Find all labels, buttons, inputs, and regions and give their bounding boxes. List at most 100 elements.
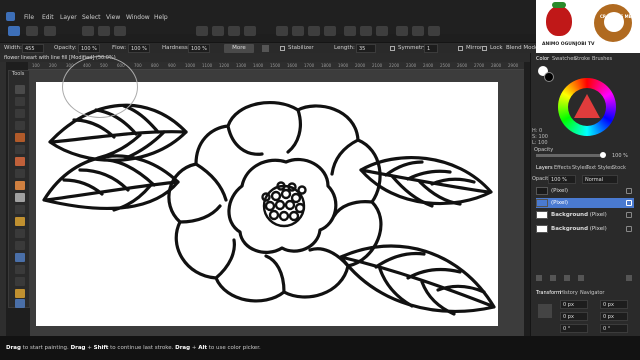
transform-anchor-icon[interactable] [538,304,552,318]
distribute-icon[interactable] [212,26,224,36]
align-center-icon[interactable] [244,26,256,36]
tab-history[interactable]: History [560,290,578,296]
layer-delete-icon[interactable] [626,275,632,281]
quick-mask-icon[interactable] [276,26,288,36]
stabilizer-checkbox[interactable] [280,46,285,51]
color-opacity-value[interactable]: 100 % [612,153,628,159]
group-icon[interactable] [114,26,126,36]
text-tool-icon[interactable] [15,277,25,286]
selection-tool-icon[interactable] [15,97,25,106]
selection-subtract-icon[interactable] [376,26,388,36]
menu-window[interactable]: Window [126,14,150,21]
layer-add-icon[interactable] [536,275,542,281]
menu-layer[interactable]: Layer [60,14,77,21]
menu-help[interactable]: Help [154,14,168,21]
color-opacity-slider[interactable] [536,154,604,157]
layer-opacity-field[interactable]: 100 % [548,175,576,184]
selection-icon[interactable] [292,26,304,36]
document-canvas[interactable] [36,82,498,326]
more-button[interactable]: More [224,44,254,53]
tab-text-styles[interactable]: Text Styles [586,165,613,171]
align-icon[interactable] [228,26,240,36]
tab-styles[interactable]: Styles [572,165,587,171]
tab-stock[interactable]: Stock [612,165,626,171]
secondary-color-swatch[interactable] [544,72,554,82]
transform-x-field[interactable]: 0 px [560,300,588,309]
persona-export-icon[interactable] [44,26,56,36]
layer-visibility-checkbox[interactable] [626,188,632,194]
ruler-tick-label: 1500 [270,63,281,68]
layer-row-selected[interactable]: (Pixel) [536,198,634,208]
layer-visibility-checkbox[interactable] [626,226,632,232]
transform-rotate-field[interactable]: 0 ° [560,324,588,333]
arrange-icon[interactable] [98,26,110,36]
transform-w-field[interactable]: 0 px [600,300,628,309]
length-field[interactable]: 35 [356,44,376,53]
clone-tool-icon[interactable] [15,217,25,226]
healing-tool-icon[interactable] [15,229,25,238]
snapping-icon[interactable] [308,26,320,36]
layer-adjust-icon[interactable] [564,275,570,281]
paint-brush-tool-icon[interactable] [15,181,25,190]
layer-visibility-checkbox[interactable] [626,200,632,206]
menu-edit[interactable]: Edit [42,14,54,21]
brush-pick-icon[interactable] [428,26,440,36]
freehand-select-icon[interactable] [15,121,25,130]
mirror-checkbox[interactable] [458,46,463,51]
blend-mode-select[interactable]: Normal [582,175,618,184]
pen-tool-icon[interactable] [15,265,25,274]
dodge-tool-icon[interactable] [15,205,25,214]
opacity-field[interactable]: 100 % [78,44,100,53]
brush-erase-icon[interactable] [412,26,424,36]
crop-tool-icon[interactable] [15,133,25,142]
selection-mode-icon[interactable] [344,26,356,36]
layer-row[interactable]: (Pixel) [536,186,634,196]
menu-view[interactable]: View [106,14,120,21]
move-tool-icon[interactable] [15,85,25,94]
layer-visibility-checkbox[interactable] [626,212,632,218]
hand-tool-icon[interactable] [15,289,25,298]
symmetry-checkbox[interactable] [390,46,395,51]
brush-mode-icon[interactable] [396,26,408,36]
snap-options-icon[interactable] [324,26,336,36]
smudge-tool-icon[interactable] [15,241,25,250]
flow-field[interactable]: 100 % [128,44,150,53]
selection-add-icon[interactable] [360,26,372,36]
persona-liquify-icon[interactable] [26,26,38,36]
menu-file[interactable]: File [24,14,34,21]
flood-select-icon[interactable] [15,145,25,154]
fill-tool-icon[interactable] [15,157,25,166]
tab-navigator[interactable]: Navigator [580,290,604,296]
color-wheel[interactable] [558,78,616,136]
transform-h-field[interactable]: 0 px [600,312,628,321]
tab-layers[interactable]: Layers [536,165,553,171]
tab-color[interactable]: Color [536,56,549,62]
persona-photo-icon[interactable] [8,26,20,36]
tab-effects[interactable]: Effects [554,165,571,171]
hardness-field[interactable]: 100 % [188,44,210,53]
tab-brushes[interactable]: Brushes [592,56,612,62]
length-label: Length: [334,45,355,51]
color-opacity-knob[interactable] [600,152,606,158]
zoom-tool-icon[interactable] [15,299,25,308]
tab-swatches[interactable]: Swatches [552,56,576,62]
layer-fx-icon[interactable] [578,275,584,281]
marquee-tool-icon[interactable] [15,109,25,118]
brush-settings-icon[interactable] [262,45,269,52]
tab-stroke[interactable]: Stroke [574,56,590,62]
layer-mask-icon[interactable] [550,275,556,281]
lock-checkbox[interactable] [482,46,487,51]
width-field[interactable]: 455 px [22,44,44,58]
transform-y-field[interactable]: 0 px [560,312,588,321]
blur-tool-icon[interactable] [15,253,25,262]
layer-row[interactable]: Background (Pixel) [536,210,634,220]
transform-shear-field[interactable]: 0 ° [600,324,628,333]
eraser-tool-icon[interactable] [15,193,25,202]
tab-transform[interactable]: Transform [536,290,561,296]
symmetry-field[interactable]: 1 [424,44,438,53]
menu-select[interactable]: Select [82,14,101,21]
order-icon[interactable] [82,26,94,36]
layer-row[interactable]: Background (Pixel) [536,224,634,234]
transform-icon[interactable] [196,26,208,36]
gradient-tool-icon[interactable] [15,169,25,178]
